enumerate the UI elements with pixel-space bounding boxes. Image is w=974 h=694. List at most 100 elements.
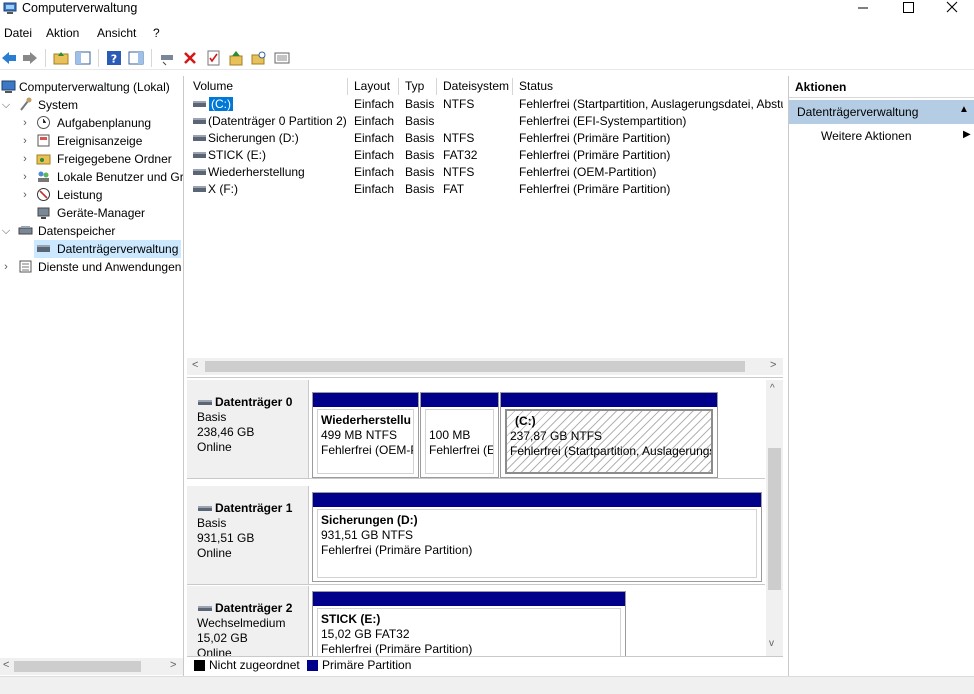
show-hide-tree-icon[interactable] xyxy=(74,49,92,67)
scroll-down-icon[interactable]: v xyxy=(769,638,774,649)
table-row[interactable]: (C:) Einfach Basis NTFS Fehlerfrei (Star… xyxy=(187,96,783,113)
tree-item-datenspeicher[interactable]: ⌵ Datenspeicher xyxy=(0,222,183,240)
tree-item-root[interactable]: Computerverwaltung (Lokal) xyxy=(0,78,183,96)
disk-row[interactable]: Datenträger 0 Basis 238,46 GB Online Wie… xyxy=(187,380,765,479)
column-header-layout[interactable]: Layout xyxy=(348,78,399,95)
disk-info[interactable]: Datenträger 1 Basis 931,51 GB Online xyxy=(187,486,309,584)
tree-item-lokale-benutzer[interactable]: › Lokale Benutzer und Gr xyxy=(0,168,183,186)
column-header-volume[interactable]: Volume xyxy=(187,78,348,95)
menu-datei[interactable]: Datei xyxy=(4,26,32,40)
toolbar-separator xyxy=(45,49,46,67)
scroll-right-icon[interactable]: > xyxy=(770,359,776,371)
tree-item-ereignisanzeige[interactable]: › Ereignisanzeige xyxy=(0,132,183,150)
scroll-thumb[interactable] xyxy=(768,448,781,590)
chevron-right-icon[interactable]: › xyxy=(20,168,30,186)
disk-row[interactable]: Datenträger 1 Basis 931,51 GB Online Sic… xyxy=(187,486,765,585)
scroll-thumb[interactable] xyxy=(14,661,141,672)
column-header-status[interactable]: Status xyxy=(513,78,783,95)
tree-item-system[interactable]: ⌵ System xyxy=(0,96,183,114)
delete-icon[interactable] xyxy=(181,49,199,67)
search-folder-icon[interactable] xyxy=(250,49,268,67)
scroll-left-icon[interactable]: < xyxy=(192,359,198,371)
table-row[interactable]: X (F:) Einfach Basis FAT Fehlerfrei (Pri… xyxy=(187,181,783,198)
partition-block[interactable]: 100 MB Fehlerfrei (EI xyxy=(420,392,499,478)
cell-typ: Basis xyxy=(405,182,435,196)
tree-horizontal-scrollbar[interactable]: < > xyxy=(0,658,183,675)
column-header-dateisystem[interactable]: Dateisystem xyxy=(437,78,513,95)
tree-item-freigegebene-ordner[interactable]: › Freigegebene Ordner xyxy=(0,150,183,168)
connect-drive-icon[interactable] xyxy=(158,49,176,67)
disk-view-vertical-scrollbar[interactable]: ^ v xyxy=(766,380,783,656)
disk-info[interactable]: Datenträger 0 Basis 238,46 GB Online xyxy=(187,380,309,478)
device-manager-icon xyxy=(37,207,50,219)
export-icon[interactable] xyxy=(227,49,245,67)
scroll-left-icon[interactable]: < xyxy=(3,659,9,671)
cell-typ: Basis xyxy=(405,148,435,162)
chevron-right-icon[interactable]: › xyxy=(20,150,30,168)
chevron-right-icon[interactable]: › xyxy=(1,258,11,276)
tree-item-leistung[interactable]: › Leistung xyxy=(0,186,183,204)
table-row[interactable]: (Datenträger 0 Partition 2) Einfach Basi… xyxy=(187,113,783,130)
help-icon[interactable]: ? xyxy=(105,49,123,67)
scroll-right-icon[interactable]: > xyxy=(170,659,176,671)
chevron-down-icon[interactable]: ⌵ xyxy=(1,222,11,240)
tree-item-dienste[interactable]: › Dienste und Anwendungen xyxy=(0,258,183,276)
tree-item-geraete-manager[interactable]: Geräte-Manager xyxy=(0,204,183,222)
menu-bar: Datei Aktion Ansicht ? xyxy=(0,24,974,44)
menu-help[interactable]: ? xyxy=(153,26,160,40)
partition-block[interactable]: Wiederherstellu 499 MB NTFS Fehlerfrei (… xyxy=(312,392,419,478)
partition-title: Wiederherstellu xyxy=(321,413,411,427)
table-row[interactable]: Sicherungen (D:) Einfach Basis NTFS Fehl… xyxy=(187,130,783,147)
cell-fs: NTFS xyxy=(443,165,475,179)
partition-size: 100 MB xyxy=(429,428,471,442)
column-header-typ[interactable]: Typ xyxy=(399,78,437,95)
menu-ansicht[interactable]: Ansicht xyxy=(97,26,136,40)
up-folder-icon[interactable] xyxy=(52,49,70,67)
volume-icon xyxy=(193,169,206,175)
tree-item-aufgabenplanung[interactable]: › Aufgabenplanung xyxy=(0,114,183,132)
disk-info[interactable]: Datenträger 2 Wechselmedium 15,02 GB Onl… xyxy=(187,586,309,656)
show-hide-action-pane-icon[interactable] xyxy=(127,49,145,67)
minimize-button[interactable] xyxy=(841,0,885,18)
properties-icon[interactable] xyxy=(204,49,222,67)
table-row[interactable]: STICK (E:) Einfach Basis FAT32 Fehlerfre… xyxy=(187,147,783,164)
partition-block[interactable]: STICK (E:) 15,02 GB FAT32 Fehlerfrei (Pr… xyxy=(312,591,626,656)
disk-name: Datenträger 1 xyxy=(215,501,293,515)
scroll-thumb[interactable] xyxy=(205,361,745,372)
chevron-right-icon[interactable]: › xyxy=(20,186,30,204)
list-view-icon[interactable] xyxy=(273,49,291,67)
back-arrow-icon[interactable] xyxy=(0,49,18,67)
collapse-up-icon[interactable]: ▲ xyxy=(959,104,969,115)
cell-status: Fehlerfrei (Primäre Partition) xyxy=(519,131,671,145)
cell-volume: Wiederherstellung xyxy=(208,165,305,179)
disk-row[interactable]: Datenträger 2 Wechselmedium 15,02 GB Onl… xyxy=(187,586,765,656)
disk-size: 931,51 GB xyxy=(197,531,255,545)
cell-status: Fehlerfrei (Primäre Partition) xyxy=(519,182,671,196)
actions-header: Aktionen xyxy=(789,76,974,98)
chevron-right-icon[interactable]: › xyxy=(20,132,30,150)
toolbar-separator xyxy=(98,49,99,67)
cell-fs: FAT32 xyxy=(443,148,478,162)
table-row[interactable]: Wiederherstellung Einfach Basis NTFS Feh… xyxy=(187,164,783,181)
maximize-button[interactable] xyxy=(886,0,930,18)
chevron-right-icon[interactable]: › xyxy=(20,114,30,132)
action-weitere-aktionen[interactable]: Weitere Aktionen xyxy=(821,129,912,143)
partition-bar xyxy=(421,393,498,407)
scroll-up-icon[interactable]: ^ xyxy=(770,383,775,394)
tree-item-datentraegerverwaltung[interactable]: Datenträgerverwaltung xyxy=(34,240,181,258)
actions-section-datentraegerverwaltung[interactable]: Datenträgerverwaltung ▲ xyxy=(789,100,974,124)
partition-title xyxy=(429,413,490,428)
forward-arrow-icon[interactable] xyxy=(21,49,39,67)
chevron-down-icon[interactable]: ⌵ xyxy=(1,96,11,114)
partition-block[interactable]: Sicherungen (D:) 931,51 GB NTFS Fehlerfr… xyxy=(312,492,762,582)
partition-bar xyxy=(313,592,625,606)
partition-title: (C:) xyxy=(515,414,536,428)
volume-list: Volume Layout Typ Dateisystem Status (C:… xyxy=(187,76,783,378)
partition-block-selected[interactable]: (C:) 237,87 GB NTFS Fehlerfrei (Startpar… xyxy=(500,392,718,478)
partition-size: 499 MB NTFS xyxy=(321,428,398,442)
volume-list-horizontal-scrollbar[interactable]: < > xyxy=(187,358,783,375)
submenu-arrow-icon[interactable]: ▶ xyxy=(963,129,971,140)
close-button[interactable] xyxy=(930,0,974,18)
disk-type: Wechselmedium xyxy=(197,616,286,630)
menu-aktion[interactable]: Aktion xyxy=(46,26,79,40)
